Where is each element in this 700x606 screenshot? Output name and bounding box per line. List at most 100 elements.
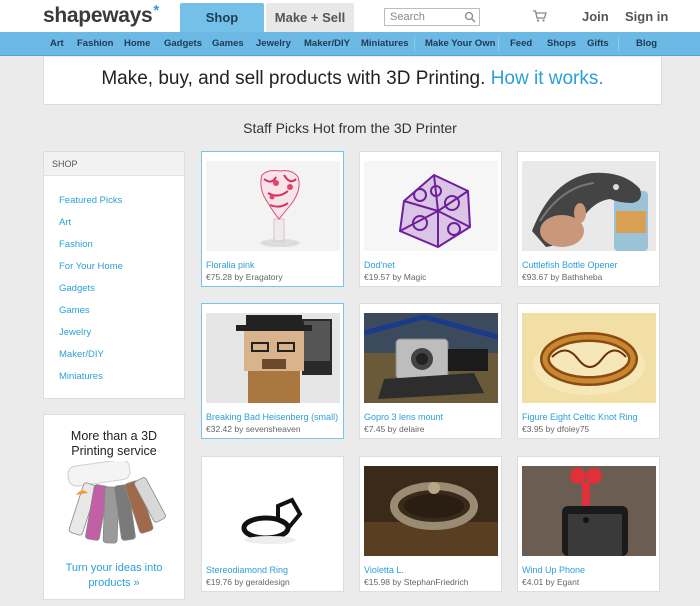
nav-item-maker-diy[interactable]: Maker/DIY (304, 32, 350, 56)
nav-item-fashion[interactable]: Fashion (77, 32, 113, 56)
logo-star-icon: * (153, 2, 159, 19)
product-image-diamond-ring (206, 466, 340, 556)
product-card[interactable]: Cuttlefish Bottle Opener €93.67 by Baths… (517, 151, 660, 287)
promo-box: More than a 3D Printing service Turn you… (43, 414, 185, 600)
search-icon[interactable] (464, 11, 476, 23)
nav-separator (498, 37, 499, 51)
nav-item-home[interactable]: Home (124, 32, 150, 56)
product-author[interactable]: StephanFriedrich (404, 577, 469, 587)
product-meta: €19.57 by Magic (364, 272, 499, 282)
product-author[interactable]: delaire (399, 424, 425, 434)
product-by: by (545, 424, 555, 434)
sidebar-item-for-your-home[interactable]: For Your Home (59, 261, 123, 272)
cart-icon[interactable] (533, 10, 547, 22)
sidebar-item-games[interactable]: Games (59, 305, 90, 316)
product-image-bottle-opener (522, 161, 656, 251)
top-header: shapeways* Shop Make + Sell Search Join … (0, 0, 700, 32)
sidebar-item-maker-diy[interactable]: Maker/DIY (59, 349, 104, 360)
search-placeholder: Search (390, 11, 425, 23)
product-meta: €15.98 by StephanFriedrich (364, 577, 499, 587)
product-card[interactable]: Violetta L. €15.98 by StephanFriedrich (359, 456, 502, 592)
tab-make-sell[interactable]: Make + Sell (266, 3, 354, 32)
promo-link-line: Turn your ideas into (65, 562, 163, 574)
product-card[interactable]: Breaking Bad Heisenberg (small) €32.42 b… (201, 303, 344, 439)
nav-item-feed[interactable]: Feed (510, 32, 532, 56)
product-by: by (392, 272, 402, 282)
nav-item-blog[interactable]: Blog (636, 32, 657, 56)
product-image-gopro-mount (364, 313, 498, 403)
category-nav: Art Fashion Home Gadgets Games Jewelry M… (0, 32, 700, 56)
product-card[interactable]: Gopro 3 lens mount €7.45 by delaire (359, 303, 502, 439)
search-input[interactable]: Search (384, 8, 480, 26)
product-author[interactable]: Magic (404, 272, 427, 282)
nav-separator (414, 37, 415, 51)
product-price: €32.42 (206, 424, 232, 434)
product-meta: €4.01 by Egant (522, 577, 657, 587)
product-by: by (234, 272, 244, 282)
sidebar-item-featured-picks[interactable]: Featured Picks (59, 195, 122, 206)
product-meta: €3.95 by dfoley75 (522, 424, 657, 434)
nav-item-miniatures[interactable]: Miniatures (361, 32, 409, 56)
promo-title: More than a 3D Printing service (44, 429, 184, 459)
product-title[interactable]: Stereodiamond Ring (206, 565, 341, 575)
nav-item-gadgets[interactable]: Gadgets (164, 32, 202, 56)
product-meta: €32.42 by sevensheaven (206, 424, 341, 434)
product-title[interactable]: Cuttlefish Bottle Opener (522, 260, 657, 270)
shop-sidebar: SHOP Featured Picks Art Fashion For Your… (43, 151, 185, 399)
nav-item-shops[interactable]: Shops (547, 32, 576, 56)
banner-text: Make, buy, and sell products with 3D Pri… (101, 68, 486, 89)
product-by: by (234, 424, 244, 434)
product-card[interactable]: Dod'net €19.57 by Magic (359, 151, 502, 287)
product-author[interactable]: sevensheaven (246, 424, 301, 434)
signin-link[interactable]: Sign in (625, 9, 668, 24)
product-price: €19.76 (206, 577, 232, 587)
product-meta: €93.67 by Bathsheba (522, 272, 657, 282)
product-image-vase (206, 161, 340, 251)
product-author[interactable]: Egant (557, 577, 579, 587)
promo-title-line: More than a 3D (70, 429, 158, 443)
product-by: by (550, 272, 560, 282)
promo-title-line: Printing service (71, 444, 157, 458)
nav-item-art[interactable]: Art (50, 32, 64, 56)
promo-link[interactable]: Turn your ideas into products » (44, 561, 184, 591)
product-author[interactable]: Eragatory (246, 272, 283, 282)
product-title[interactable]: Gopro 3 lens mount (364, 412, 499, 422)
product-price: €19.57 (364, 272, 390, 282)
product-title[interactable]: Wind Up Phone (522, 565, 657, 575)
product-card[interactable]: Floralia pink €75.28 by Eragatory (201, 151, 344, 287)
promo-keychains-image (67, 461, 166, 544)
sidebar-item-fashion[interactable]: Fashion (59, 239, 93, 250)
product-card[interactable]: Stereodiamond Ring €19.76 by geraldesign (201, 456, 344, 592)
sidebar-item-gadgets[interactable]: Gadgets (59, 283, 95, 294)
promo-link-line: products » (88, 577, 140, 589)
nav-item-jewelry[interactable]: Jewelry (256, 32, 291, 56)
product-author[interactable]: Bathsheba (562, 272, 603, 282)
product-meta: €19.76 by geraldesign (206, 577, 341, 587)
shapeways-logo[interactable]: shapeways* (43, 2, 159, 28)
product-title[interactable]: Breaking Bad Heisenberg (small) (206, 412, 341, 422)
product-by: by (392, 577, 402, 587)
product-title[interactable]: Figure Eight Celtic Knot Ring (522, 412, 657, 422)
how-it-works-link[interactable]: How it works. (491, 68, 604, 89)
product-title[interactable]: Violetta L. (364, 565, 499, 575)
product-title[interactable]: Floralia pink (206, 260, 341, 270)
product-title[interactable]: Dod'net (364, 260, 499, 270)
nav-item-games[interactable]: Games (212, 32, 244, 56)
join-link[interactable]: Join (582, 9, 609, 24)
product-price: €93.67 (522, 272, 548, 282)
sidebar-item-jewelry[interactable]: Jewelry (59, 327, 91, 338)
tab-shop[interactable]: Shop (180, 3, 264, 32)
product-card[interactable]: Figure Eight Celtic Knot Ring €3.95 by d… (517, 303, 660, 439)
product-author[interactable]: geraldesign (246, 577, 290, 587)
product-author[interactable]: dfoley75 (557, 424, 589, 434)
sidebar-item-miniatures[interactable]: Miniatures (59, 371, 103, 382)
product-meta: €7.45 by delaire (364, 424, 499, 434)
logo-text: shapeways (43, 4, 153, 27)
product-card[interactable]: Wind Up Phone €4.01 by Egant (517, 456, 660, 592)
nav-separator (618, 37, 619, 51)
nav-item-make-your-own[interactable]: Make Your Own (425, 32, 495, 56)
nav-item-gifts[interactable]: Gifts (587, 32, 609, 56)
sidebar-item-art[interactable]: Art (59, 217, 71, 228)
product-image-lattice (364, 161, 498, 251)
product-price: €7.45 (364, 424, 386, 434)
